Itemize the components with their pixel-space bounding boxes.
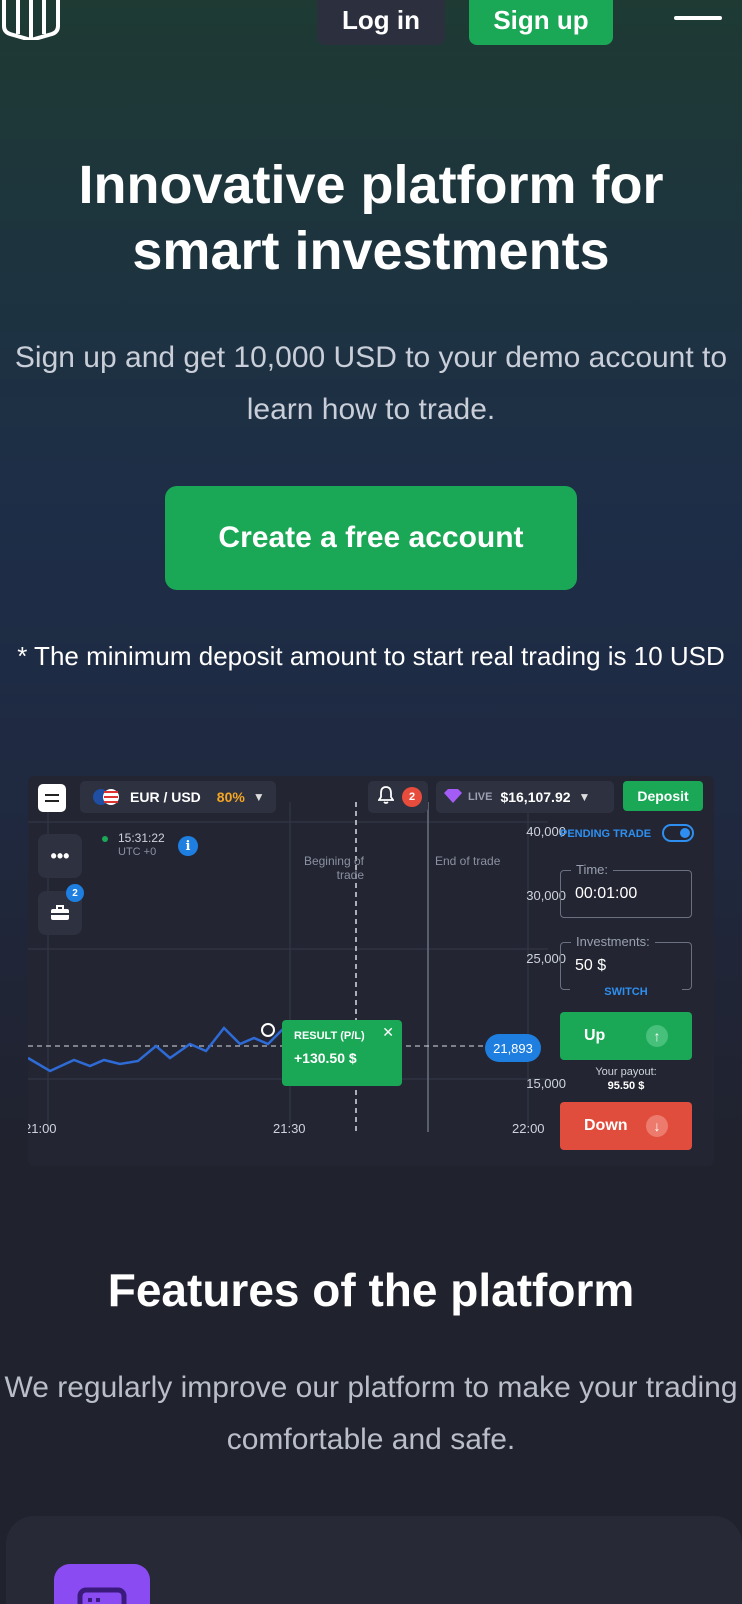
asset-selector[interactable]: EUR / USD 80% ▼: [80, 781, 276, 813]
end-trade-label: End of trade: [435, 854, 501, 868]
chevron-down-icon: ▼: [252, 790, 265, 804]
up-button-label: Up: [584, 1027, 606, 1044]
logo-icon[interactable]: [0, 0, 62, 43]
clock-time: 15:31:22: [118, 831, 165, 845]
trading-platform-preview: EUR / USD 80% ▼ 2 LIVE $16,107.92 ▼ Depo…: [28, 776, 714, 1166]
asset-name: EUR / USD: [130, 789, 201, 805]
hero-subtitle: Sign up and get 10,000 USD to your demo …: [14, 341, 728, 426]
account-balance: $16,107.92: [500, 789, 571, 805]
eur-usd-flag-icon: [92, 788, 120, 806]
hamburger-menu-icon[interactable]: [674, 16, 724, 24]
notification-badge: 2: [402, 787, 422, 807]
down-button[interactable]: Down ↓: [560, 1102, 692, 1150]
login-button[interactable]: Log in: [317, 0, 445, 45]
investment-field-value: 50 $: [575, 957, 607, 974]
features-title: Features of the platform: [107, 1264, 635, 1316]
account-type: LIVE: [468, 791, 493, 803]
features-subtitle: We regularly improve our platform to mak…: [4, 1371, 738, 1456]
arrow-up-icon: ↑: [646, 1025, 668, 1047]
time-field-label: Time:: [571, 862, 614, 877]
down-button-label: Down: [584, 1117, 628, 1134]
x-tick-label: 22:00: [512, 1121, 545, 1136]
status-dot: [102, 836, 108, 842]
diamond-icon: [444, 788, 462, 806]
bell-icon: [377, 785, 395, 809]
investment-field[interactable]: Investments: 50 $: [560, 934, 692, 990]
menu-button[interactable]: [38, 784, 66, 812]
clock-timezone: UTC +0: [118, 846, 157, 858]
chevron-down-icon: ▼: [578, 790, 591, 804]
open-trades-badge: 2: [66, 884, 84, 902]
begin-trade-label: Begining of trade: [303, 854, 364, 882]
deposit-button[interactable]: Deposit: [623, 781, 703, 811]
switch-button[interactable]: SWITCH: [570, 986, 682, 998]
payout-value: 95.50 $: [607, 1080, 645, 1092]
info-icon[interactable]: i: [178, 836, 198, 856]
x-tick-label: 21:00: [28, 1121, 57, 1136]
create-account-button[interactable]: Create a free account: [165, 486, 577, 590]
payout-label: Your payout:: [595, 1066, 657, 1078]
hero-title: Innovative platform for smart investment…: [78, 155, 664, 281]
result-value: +130.50 $: [294, 1050, 357, 1066]
up-button[interactable]: Up ↑: [560, 1012, 692, 1060]
browser-window-icon: [54, 1564, 150, 1604]
signup-button[interactable]: Sign up: [469, 0, 613, 45]
min-deposit-note: * The minimum deposit amount to start re…: [17, 641, 725, 671]
x-tick-label: 21:30: [273, 1121, 306, 1136]
result-popup: RESULT (P/L) +130.50 $ ✕: [282, 1020, 402, 1086]
pending-trade-label: PENDING TRADE: [560, 828, 652, 840]
time-field-value: 00:01:00: [575, 885, 638, 902]
notifications-button[interactable]: 2: [368, 781, 428, 813]
more-options-button[interactable]: •••: [38, 834, 82, 878]
close-icon[interactable]: ✕: [382, 1024, 394, 1041]
investment-field-label: Investments:: [571, 934, 655, 949]
pending-trade-toggle[interactable]: [662, 824, 694, 842]
arrow-down-icon: ↓: [646, 1115, 668, 1137]
current-price-tag: 21,893: [485, 1034, 541, 1062]
account-selector[interactable]: LIVE $16,107.92 ▼: [436, 781, 614, 813]
asset-percent: 80%: [216, 789, 245, 805]
result-title: RESULT (P/L): [294, 1030, 365, 1042]
time-field[interactable]: Time: 00:01:00: [560, 862, 692, 918]
